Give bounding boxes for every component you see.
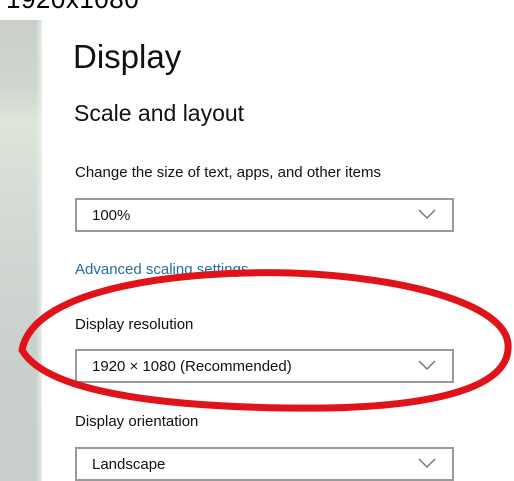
scale-dropdown[interactable]: 100% (75, 198, 454, 232)
page-title: Display (73, 38, 182, 75)
top-cropped-text: 1920x1080 (6, 0, 139, 15)
chevron-down-icon (418, 360, 436, 371)
sidebar-edge (36, 20, 42, 481)
resolution-dropdown[interactable]: 1920 × 1080 (Recommended) (75, 349, 454, 383)
scale-label: Change the size of text, apps, and other… (75, 164, 382, 181)
section-title: Scale and layout (74, 100, 245, 126)
sidebar-strip (0, 20, 42, 481)
orientation-label: Display orientation (75, 413, 199, 430)
orientation-dropdown[interactable]: Landscape (75, 447, 454, 481)
annotation-ellipse-shape (18, 269, 512, 412)
orientation-value: Landscape (92, 456, 166, 473)
resolution-value: 1920 × 1080 (Recommended) (92, 358, 292, 375)
advanced-scaling-link[interactable]: Advanced scaling settings (75, 261, 248, 278)
resolution-label: Display resolution (75, 316, 194, 333)
scale-value: 100% (92, 207, 131, 224)
chevron-down-icon (418, 458, 436, 469)
chevron-down-icon (418, 209, 436, 220)
